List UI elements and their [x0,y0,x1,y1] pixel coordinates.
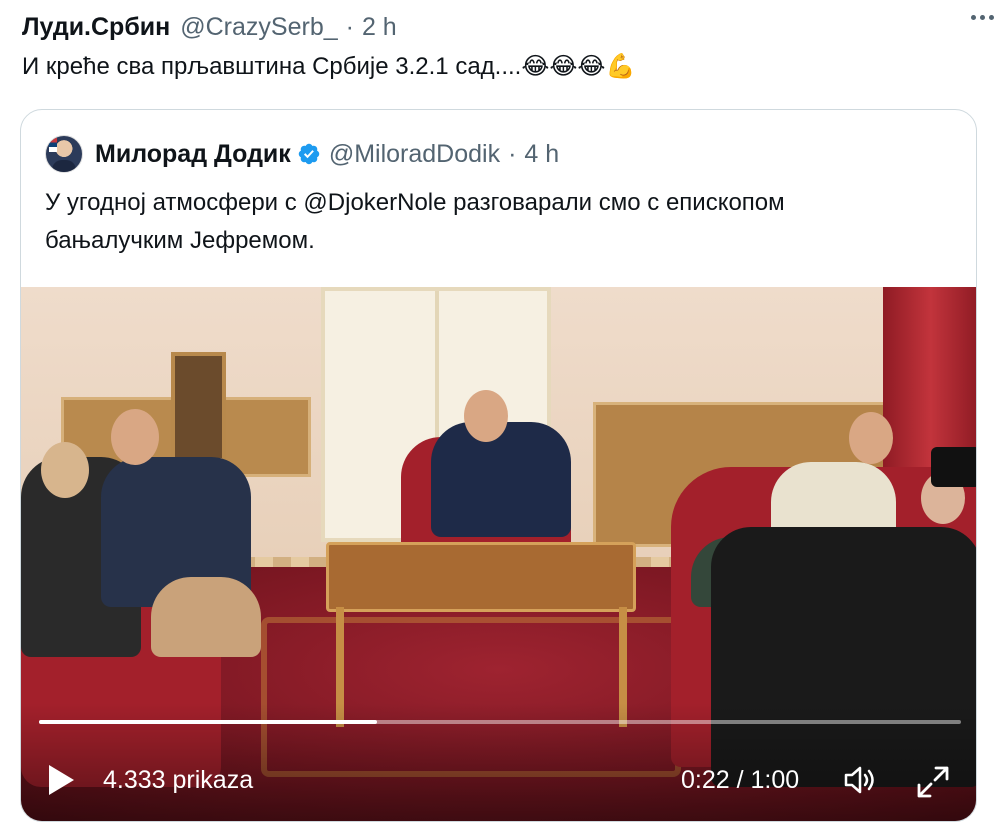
avatar[interactable] [45,135,83,173]
volume-icon[interactable] [843,765,877,795]
separator-dot: · [508,139,517,168]
author-name[interactable]: Луди.Србин [22,13,170,42]
quoted-author-name[interactable]: Милорад Додик [95,140,291,169]
quoted-text-line-1: У угодној атмосфери с @DjokerNole разгов… [45,189,785,216]
tweet-header: Луди.Србин @CrazySerb_ · 2 h [22,10,980,44]
verified-badge-icon [297,142,321,166]
fullscreen-icon[interactable] [916,765,950,799]
tweet-text: И креће сва прљавштина Србије 3.2.1 сад.… [22,53,636,80]
quoted-tweet-header: Милорад Додик @MiloradDodik · 4 h [45,134,559,174]
quoted-text-line-2: бањалучким Јефремом. [45,227,315,254]
tweet[interactable]: Луди.Србин @CrazySerb_ · 2 h И креће сва… [0,0,1000,831]
more-options-icon[interactable] [968,4,996,30]
quoted-time[interactable]: 4 h [524,140,559,169]
author-handle[interactable]: @CrazySerb_ [180,13,337,42]
video-progress-fill [39,720,378,724]
quoted-tweet-card[interactable]: Милорад Додик @MiloradDodik · 4 h У угод… [20,109,977,822]
play-icon[interactable] [47,764,75,796]
quoted-author-handle[interactable]: @MiloradDodik [329,140,500,169]
video-progress-bar[interactable] [39,720,961,724]
separator-dot: · [345,12,354,41]
tweet-time[interactable]: 2 h [362,13,397,42]
view-count: 4.333 prikaza [103,766,254,794]
quoted-tweet-text: У угодној атмосфери с @DjokerNole разгов… [45,184,945,260]
video-timecode: 0:22 / 1:00 [681,766,800,794]
video-player[interactable]: 4.333 prikaza 0:22 / 1:00 [21,287,976,821]
